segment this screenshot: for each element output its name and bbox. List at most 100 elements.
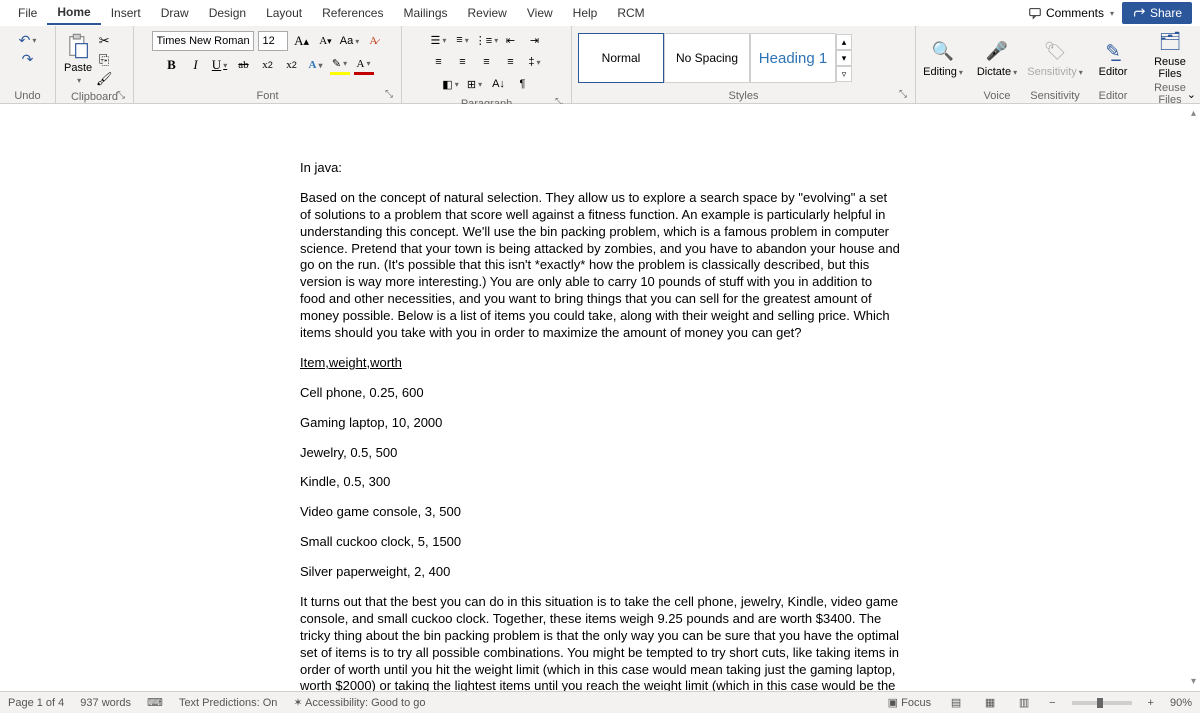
tab-home[interactable]: Home (47, 1, 100, 25)
style-no-spacing[interactable]: No Spacing (664, 33, 750, 83)
font-launcher[interactable]: ⤡ (383, 89, 395, 101)
status-predictions[interactable]: Text Predictions: On (179, 697, 277, 709)
tab-help[interactable]: Help (563, 2, 608, 24)
tab-layout[interactable]: Layout (256, 2, 312, 24)
share-button[interactable]: Share (1122, 2, 1192, 24)
doc-paragraph[interactable]: Kindle, 0.5, 300 (300, 474, 900, 491)
status-predictions-icon[interactable]: ⌨ (147, 696, 163, 709)
change-case-button[interactable]: Aa▾ (340, 31, 360, 51)
editing-label[interactable]: Editing▾ (923, 66, 963, 78)
undo-button[interactable]: ↶▾ (19, 32, 37, 49)
grow-font-button[interactable]: A▴ (292, 31, 312, 51)
status-words[interactable]: 937 words (80, 697, 131, 709)
font-name-input[interactable] (152, 31, 254, 51)
decrease-indent-button[interactable]: ⇤ (502, 31, 520, 49)
shading-button[interactable]: ◧▾ (442, 75, 460, 93)
editor-btn-label[interactable]: Editor (1099, 66, 1128, 78)
undo-group-label: Undo (4, 88, 51, 103)
document-page[interactable]: In java: Based on the concept of natural… (300, 160, 900, 691)
view-read-mode[interactable]: ▤ (947, 695, 965, 711)
doc-paragraph[interactable]: Cell phone, 0.25, 600 (300, 385, 900, 402)
tab-review[interactable]: Review (458, 2, 517, 24)
underline-button[interactable]: U▾ (210, 55, 230, 75)
tab-mailings[interactable]: Mailings (393, 2, 457, 24)
align-center-button[interactable]: ≡ (454, 53, 472, 71)
font-color-button[interactable]: A▾ (354, 55, 374, 75)
doc-paragraph[interactable]: Jewelry, 0.5, 500 (300, 445, 900, 462)
sort-button[interactable]: A↓ (490, 75, 508, 93)
reuse-files-btn-label[interactable]: Reuse Files (1144, 56, 1196, 80)
cut-button[interactable]: ✂ (96, 33, 112, 49)
zoom-level[interactable]: 90% (1170, 697, 1192, 709)
text-effects-button[interactable]: A▾ (306, 55, 326, 75)
dictate-label[interactable]: Dictate▾ (977, 66, 1017, 78)
doc-paragraph[interactable]: Item,weight,worth (300, 355, 900, 372)
doc-paragraph[interactable]: It turns out that the best you can do in… (300, 594, 900, 691)
align-right-button[interactable]: ≡ (478, 53, 496, 71)
style-normal[interactable]: Normal (578, 33, 664, 83)
line-spacing-button[interactable]: ‡▾ (526, 53, 544, 71)
show-marks-button[interactable]: ¶ (514, 75, 532, 93)
doc-paragraph[interactable]: Gaming laptop, 10, 2000 (300, 415, 900, 432)
doc-paragraph[interactable]: Video game console, 3, 500 (300, 504, 900, 521)
styles-scroll-up[interactable]: ▴ (836, 34, 852, 50)
redo-button[interactable]: ↷ (22, 51, 34, 68)
bullets-button[interactable]: ☰▾ (430, 31, 448, 49)
tab-draw[interactable]: Draw (151, 2, 199, 24)
editor-button[interactable]: ✎̲ (1100, 38, 1126, 64)
view-web-layout[interactable]: ▥ (1015, 695, 1033, 711)
status-accessibility[interactable]: ✶ Accessibility: Good to go (293, 696, 425, 709)
view-print-layout[interactable]: ▦ (981, 695, 999, 711)
share-icon (1132, 6, 1146, 20)
sensitivity-group-label: Sensitivity (1028, 88, 1082, 103)
tab-rcm[interactable]: RCM (607, 2, 654, 24)
paste-button[interactable]: Paste ▾ (62, 30, 94, 87)
tab-design[interactable]: Design (199, 2, 256, 24)
align-left-button[interactable]: ≡ (430, 53, 448, 71)
subscript-button[interactable]: x2 (258, 55, 278, 75)
chevron-down-icon: ▾ (77, 76, 81, 85)
highlight-button[interactable]: ✎▾ (330, 55, 350, 75)
zoom-in-button[interactable]: + (1148, 697, 1154, 709)
reuse-files-button[interactable]: 🗂 (1157, 28, 1183, 54)
zoom-slider[interactable] (1072, 701, 1132, 705)
clear-format-button[interactable]: A̷ (364, 31, 384, 51)
tab-references[interactable]: References (312, 2, 393, 24)
tab-insert[interactable]: Insert (101, 2, 151, 24)
status-focus[interactable]: ▣ Focus (888, 696, 931, 709)
multilevel-button[interactable]: ⋮≡▾ (478, 31, 496, 49)
bold-button[interactable]: B (162, 55, 182, 75)
styles-expand[interactable]: ▿ (836, 66, 852, 82)
format-painter-button[interactable]: 🖌 (96, 71, 112, 87)
doc-paragraph[interactable]: Based on the concept of natural selectio… (300, 190, 900, 342)
styles-launcher[interactable]: ⤡ (897, 89, 909, 101)
numbering-button[interactable]: ≡▾ (454, 31, 472, 49)
scroll-down-button[interactable]: ▾ (1191, 676, 1196, 687)
italic-button[interactable]: I (186, 55, 206, 75)
ribbon-collapse[interactable]: ⌄ (1187, 88, 1196, 101)
zoom-out-button[interactable]: − (1049, 697, 1055, 709)
scroll-up-button[interactable]: ▴ (1191, 108, 1196, 119)
doc-paragraph[interactable]: In java: (300, 160, 900, 177)
justify-button[interactable]: ≡ (502, 53, 520, 71)
superscript-button[interactable]: x2 (282, 55, 302, 75)
increase-indent-button[interactable]: ⇥ (526, 31, 544, 49)
tab-file[interactable]: File (8, 2, 47, 24)
document-area[interactable]: ▴ In java: Based on the concept of natur… (0, 104, 1200, 691)
styles-scroll-down[interactable]: ▾ (836, 50, 852, 66)
clipboard-launcher[interactable]: ⤡ (115, 90, 127, 102)
strikethrough-button[interactable]: ab (234, 55, 254, 75)
dictate-button[interactable]: 🎤 (984, 38, 1010, 64)
copy-button[interactable]: ⎘ (96, 52, 112, 68)
borders-button[interactable]: ⊞▾ (466, 75, 484, 93)
find-button[interactable]: 🔍 (930, 38, 956, 64)
font-size-input[interactable] (258, 31, 288, 51)
shrink-font-button[interactable]: A▾ (316, 31, 336, 51)
tab-view[interactable]: View (517, 2, 563, 24)
editor-group-label: Editor (1090, 88, 1136, 103)
style-heading1[interactable]: Heading 1 (750, 33, 836, 83)
doc-paragraph[interactable]: Silver paperweight, 2, 400 (300, 564, 900, 581)
comments-button[interactable]: Comments ▾ (1020, 4, 1122, 22)
doc-paragraph[interactable]: Small cuckoo clock, 5, 1500 (300, 534, 900, 551)
status-page[interactable]: Page 1 of 4 (8, 697, 64, 709)
